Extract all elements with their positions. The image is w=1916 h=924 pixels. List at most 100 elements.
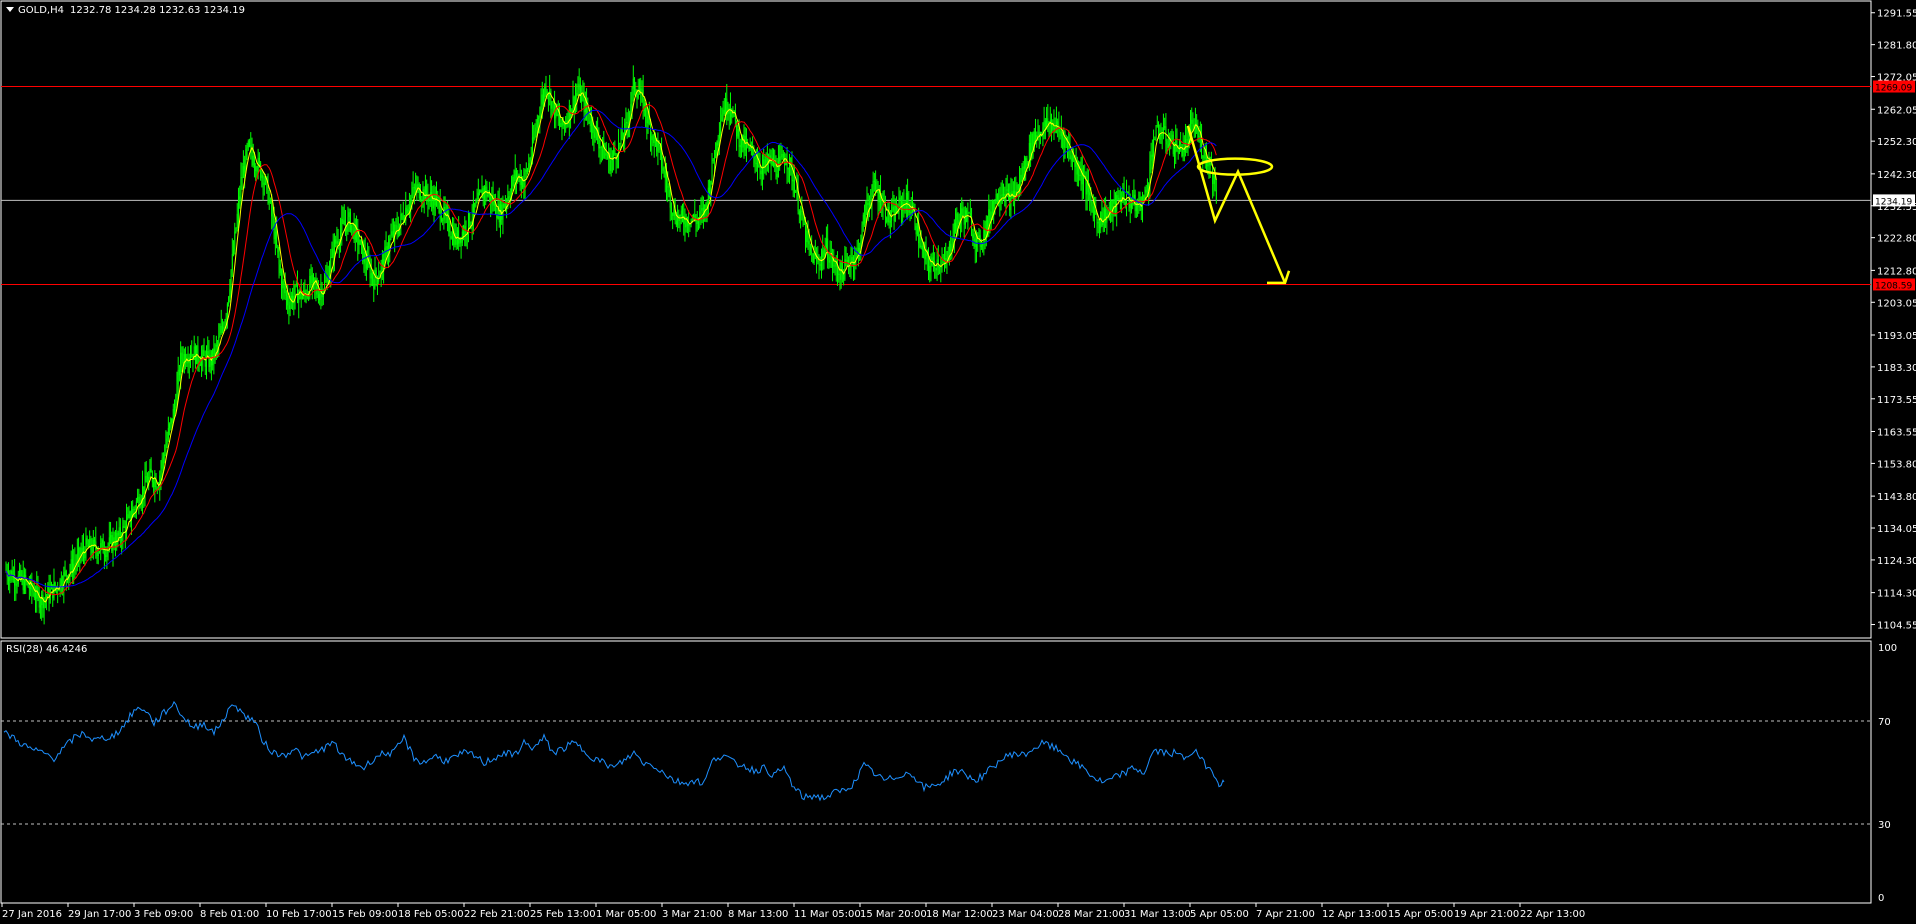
candle-body	[646, 116, 648, 124]
candle-body	[166, 438, 168, 445]
candle-body	[973, 238, 975, 240]
candle-body	[892, 206, 894, 211]
candle-body	[969, 213, 971, 217]
candle-body	[348, 212, 350, 218]
candle-body	[487, 194, 489, 197]
candle-body	[437, 196, 439, 199]
candle-body	[1021, 174, 1023, 179]
candle-body	[888, 206, 890, 223]
candle-body	[929, 265, 931, 273]
candle-body	[530, 156, 532, 162]
candle-body	[143, 486, 145, 495]
candle-body	[268, 200, 270, 203]
candle-body	[142, 486, 144, 500]
candle-body	[1023, 166, 1025, 169]
candle-body	[174, 406, 176, 409]
candle-body	[819, 264, 821, 266]
price-tick-label: 1114.30	[1877, 589, 1916, 600]
time-tick-label: 18 Feb 05:00	[398, 909, 464, 920]
candle-body	[1132, 202, 1134, 205]
candle-body	[358, 244, 360, 246]
candle-body	[476, 199, 478, 202]
candle-body	[1011, 191, 1013, 193]
candle-body	[975, 236, 977, 248]
candle-body	[709, 187, 711, 194]
candle-body	[187, 362, 189, 364]
candle-body	[705, 204, 707, 208]
candle-body	[645, 103, 647, 117]
candle-body	[907, 192, 909, 204]
candle-body	[851, 257, 853, 262]
candle-body	[391, 231, 393, 236]
candle-body	[715, 142, 717, 159]
candle-body	[713, 158, 715, 162]
candle-body	[627, 122, 629, 124]
candle-body	[110, 535, 112, 538]
time-tick-label: 8 Feb 01:00	[200, 909, 259, 920]
candle-body	[491, 197, 493, 204]
candle-body	[420, 198, 422, 200]
ohlc-values: 1232.78 1234.28 1232.63 1234.19	[70, 5, 245, 16]
candle-body	[760, 170, 762, 175]
candle-body	[711, 159, 713, 181]
candle-body	[603, 140, 605, 159]
candle-body	[239, 196, 241, 200]
candle-body	[1036, 135, 1038, 138]
price-tick-label: 1281.80	[1877, 41, 1916, 52]
candle-body	[421, 199, 423, 201]
time-tick-label: 1 Mar 05:00	[596, 909, 656, 920]
candle-body	[887, 206, 889, 222]
candle-body	[684, 224, 686, 228]
candle-body	[670, 207, 672, 213]
candle-body	[94, 539, 96, 542]
candle-body	[758, 165, 760, 167]
candle-body	[477, 192, 479, 200]
candle-body	[381, 259, 383, 265]
candle-body	[79, 547, 81, 558]
candle-body	[822, 250, 824, 258]
candle-body	[803, 223, 805, 225]
candle-body	[256, 170, 258, 172]
candle-body	[199, 364, 201, 366]
candle-body	[228, 297, 230, 304]
rsi-label: RSI(28) 46.4246	[6, 644, 87, 655]
candle-body	[864, 214, 866, 223]
candle-body	[862, 214, 864, 225]
candle-body	[119, 527, 121, 539]
candle-body	[230, 270, 232, 289]
candle-body	[570, 105, 572, 117]
candle-body	[551, 101, 553, 109]
candle-body	[782, 154, 784, 160]
candle-body	[317, 294, 319, 300]
candle-body	[818, 260, 820, 265]
candle-body	[978, 235, 980, 237]
candle-body	[1215, 190, 1217, 200]
candle-body	[805, 224, 806, 243]
candle-body	[625, 121, 627, 124]
candle-body	[653, 133, 655, 143]
candle-body	[630, 103, 632, 113]
candle-body	[925, 251, 927, 260]
candle-body	[244, 166, 246, 173]
candle-body	[1130, 204, 1132, 208]
candle-body	[739, 144, 741, 148]
candle-body	[866, 201, 868, 206]
candle-body	[1101, 212, 1103, 226]
candle-body	[498, 203, 500, 223]
candle-body	[397, 231, 399, 234]
candle-body	[284, 285, 286, 294]
candle-body	[1158, 126, 1160, 134]
candle-body	[1177, 150, 1179, 154]
candle-body	[725, 98, 727, 114]
candle-body	[727, 113, 729, 115]
candle-body	[450, 236, 452, 239]
candle-body	[515, 170, 517, 178]
candle-body	[619, 143, 621, 145]
candle-body	[220, 326, 222, 334]
candle-body	[1171, 134, 1173, 142]
candle-body	[560, 123, 562, 127]
candle-body	[253, 165, 255, 167]
candle-body	[418, 184, 420, 199]
candle-body	[363, 251, 365, 262]
candle-body	[359, 239, 361, 245]
